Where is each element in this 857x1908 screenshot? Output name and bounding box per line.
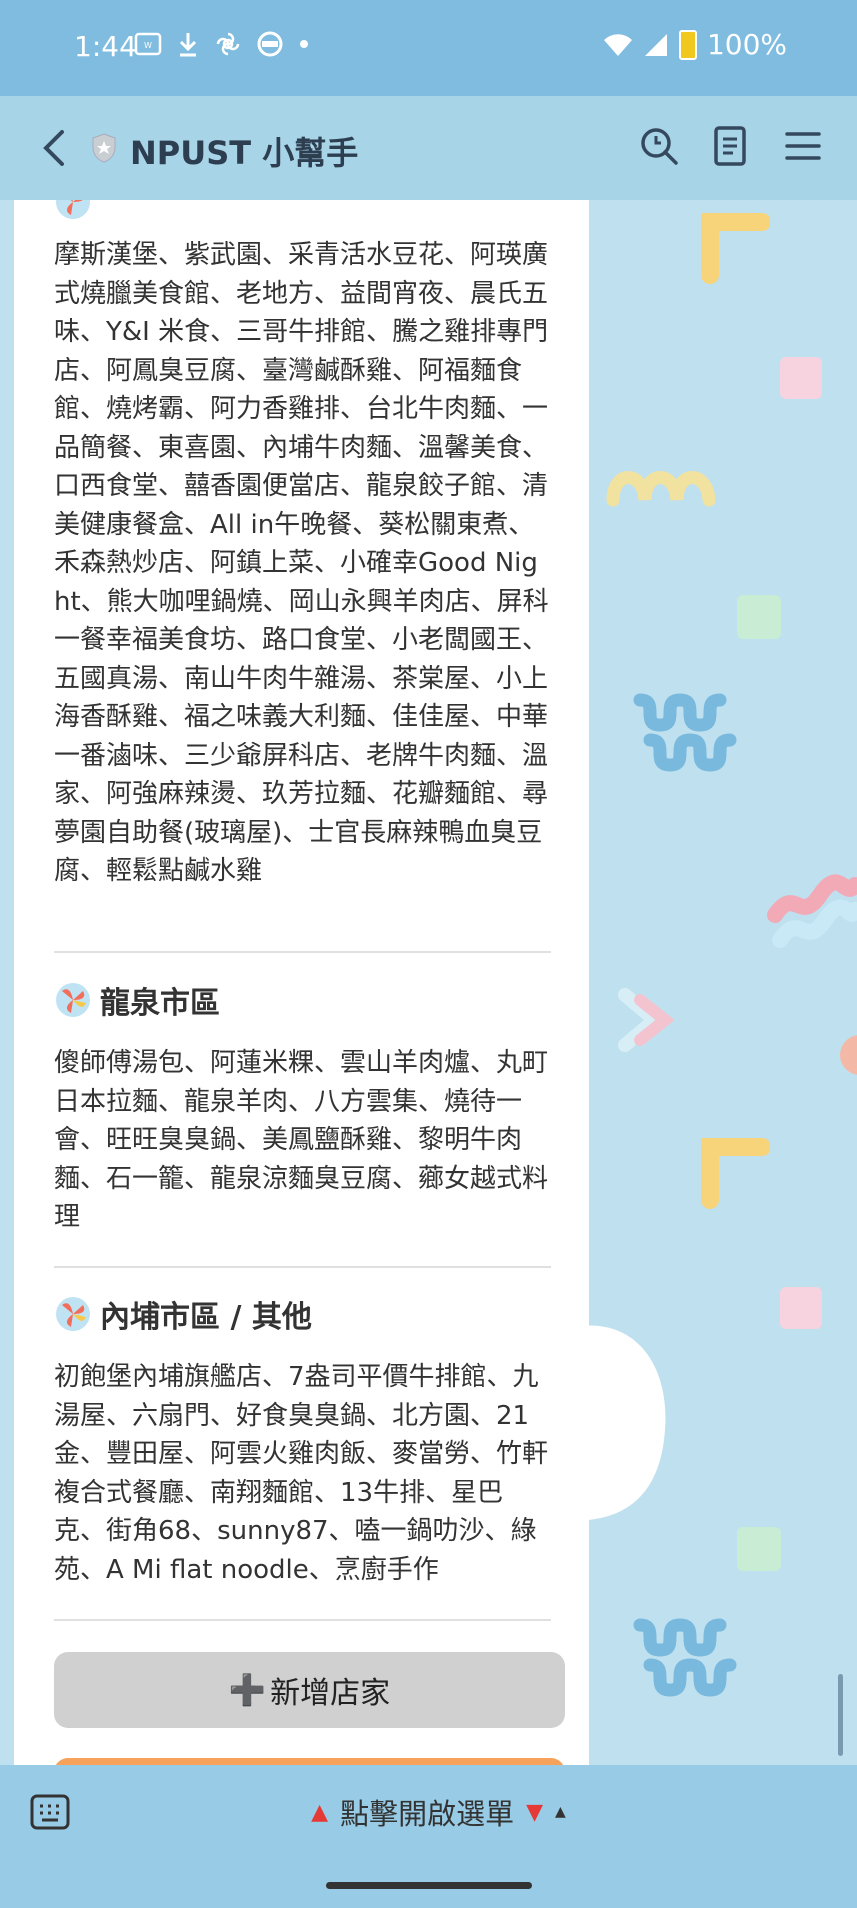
ribbon-decoration [618, 988, 675, 1052]
divider [54, 1619, 551, 1621]
restaurant-list-text: 摩斯漢堡、紫武園、采青活水豆花、阿瑛廣式燒臘美食館、老地方、益間宵夜、晨氏五味、… [54, 240, 549, 886]
vpn-icon [257, 31, 283, 57]
section-header-cut [54, 200, 551, 226]
section-title-longquan: 龍泉市區 [100, 986, 220, 1021]
pinwheel-section-icon [56, 1297, 90, 1331]
battery-icon [678, 29, 697, 60]
scrollbar[interactable] [838, 1674, 843, 1756]
plus-icon: ➕ [228, 1672, 267, 1708]
red-down-arrow-icon: ▼ [526, 1799, 544, 1825]
divider [54, 1266, 551, 1268]
ribbon-decoration [767, 874, 857, 948]
open-menu-toggle[interactable]: ▲ 點擊開啟選單 ▼ ▲ [0, 1791, 857, 1833]
red-up-arrow-icon: ▲ [311, 1799, 329, 1825]
squiggle-decoration [633, 693, 737, 772]
dot-icon [300, 40, 308, 48]
squiggle-decoration [633, 1618, 737, 1697]
add-store-button[interactable]: ➕ 新增店家 [54, 1652, 565, 1728]
bracket-decoration [701, 213, 770, 284]
square-decoration [780, 357, 822, 399]
rich-menu-bar: ▲ 點擊開啟選單 ▼ ▲ [0, 1765, 857, 1908]
chat-header: NPUST 小幫手 [0, 96, 857, 200]
menu-icon[interactable] [781, 124, 825, 168]
section-body: 傻師傅湯包、阿蓮米粿、雲山羊肉爐、丸町日本拉麵、龍泉羊肉、八方雲集、燒待一會、旺… [54, 1044, 551, 1237]
download-icon [179, 33, 197, 57]
section-header: 內埔市區 / 其他 [54, 1290, 551, 1338]
status-notification-icons: W [134, 30, 310, 58]
search-icon[interactable] [637, 124, 681, 168]
status-right: 100% [603, 28, 787, 61]
home-indicator[interactable] [326, 1882, 532, 1889]
restaurant-list-text: 傻師傅湯包、阿蓮米粿、雲山羊肉爐、丸町日本拉麵、龍泉羊肉、八方雲集、燒待一會、旺… [54, 1048, 549, 1232]
webtoon-icon: W [134, 32, 162, 56]
status-time: 1:44 [74, 30, 137, 63]
wifi-icon [603, 33, 632, 56]
notes-icon[interactable] [708, 124, 752, 168]
svg-text:W: W [144, 41, 152, 50]
section-body: 摩斯漢堡、紫武園、采青活水豆花、阿瑛廣式燒臘美食館、老地方、益間宵夜、晨氏五味、… [54, 236, 551, 891]
pinwheel-section-icon [56, 200, 90, 219]
add-store-label: 新增店家 [270, 1676, 391, 1711]
open-menu-label: 點擊開啟選單 [340, 1797, 515, 1831]
battery-percent: 100% [706, 28, 787, 61]
caret-up-icon: ▲ [555, 1804, 566, 1820]
section-header: 龍泉市區 [54, 976, 551, 1024]
circle-decoration [840, 1035, 857, 1075]
message-card: 摩斯漢堡、紫武園、采青活水豆花、阿瑛廣式燒臘美食館、老地方、益間宵夜、晨氏五味、… [14, 200, 589, 1765]
section-body: 初飽堡內埔旗艦店、7盎司平價牛排館、九湯屋、六扇門、好食臭臭鍋、北方園、21金、… [54, 1358, 551, 1589]
shield-icon [92, 133, 116, 163]
status-bar: 1:44 W 100% [0, 0, 857, 96]
chat-title: NPUST 小幫手 [130, 134, 359, 172]
pinwheel-section-icon [56, 983, 90, 1017]
orange-action-button[interactable] [54, 1758, 565, 1765]
section-title-neipu: 內埔市區 / 其他 [100, 1300, 312, 1335]
restaurant-list-text: 初飽堡內埔旗艦店、7盎司平價牛排館、九湯屋、六扇門、好食臭臭鍋、北方園、21金、… [54, 1362, 549, 1585]
square-decoration [737, 1527, 781, 1571]
square-decoration [737, 595, 781, 639]
bracket-decoration [701, 1138, 770, 1209]
signal-icon [644, 33, 667, 56]
square-decoration [780, 1287, 822, 1329]
pinwheel-icon [216, 32, 240, 56]
divider [54, 951, 551, 953]
back-icon[interactable] [34, 124, 74, 172]
wave-decoration [606, 471, 715, 507]
